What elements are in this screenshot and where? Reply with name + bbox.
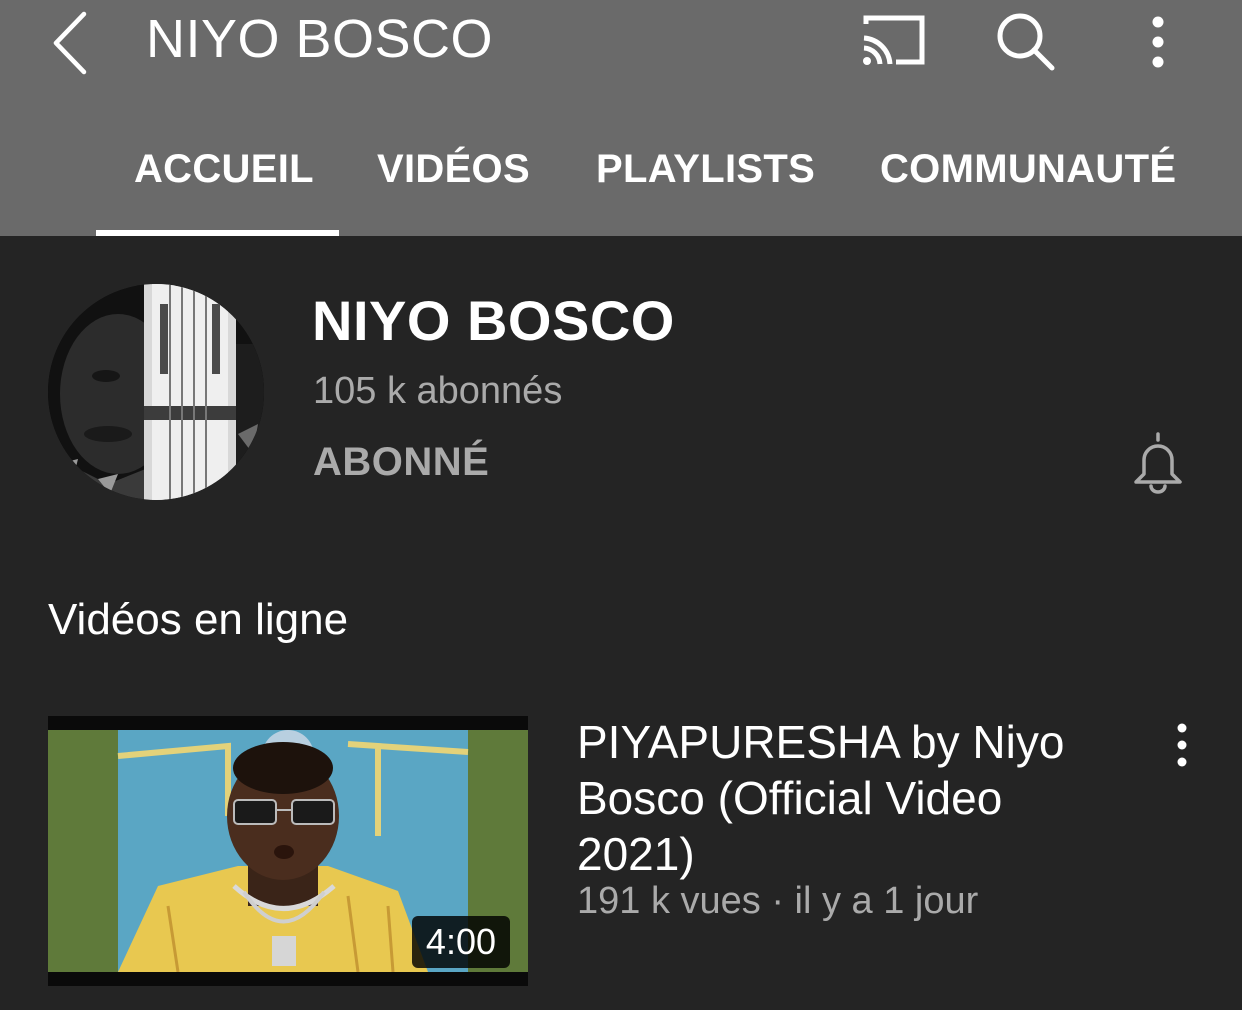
selected-tab-indicator <box>96 230 339 236</box>
more-options-button[interactable] <box>1128 6 1188 76</box>
cast-icon <box>863 15 925 65</box>
video-duration: 4:00 <box>411 916 510 968</box>
channel-name: NIYO BOSCO <box>312 289 675 352</box>
app-bar: NIYO BOSCO ACCUEIL VIDÉOS PLAYLISTS COMM… <box>0 0 1242 236</box>
tab-accueil[interactable]: ACCUEIL <box>134 118 314 236</box>
notification-bell-button[interactable] <box>1124 428 1192 498</box>
chevron-left-icon <box>53 11 87 75</box>
video-title[interactable]: PIYAPURESHA by Niyo Bosco (Official Vide… <box>577 714 1097 882</box>
tab-communaute[interactable]: COMMUNAUTÉ <box>880 118 1176 236</box>
more-vertical-icon <box>1177 723 1187 767</box>
subscribed-button[interactable]: ABONNÉ <box>313 436 489 488</box>
tab-playlists[interactable]: PLAYLISTS <box>596 118 815 236</box>
channel-tabs: ACCUEIL VIDÉOS PLAYLISTS COMMUNAUTÉ <box>0 118 1242 236</box>
search-icon <box>997 13 1055 71</box>
subscriber-count: 105 k abonnés <box>313 370 563 412</box>
cast-button[interactable] <box>856 8 932 74</box>
video-more-options-button[interactable] <box>1158 718 1206 774</box>
video-thumbnail[interactable]: 4:00 <box>48 716 528 986</box>
section-title[interactable]: Vidéos en ligne <box>48 592 348 648</box>
tab-videos[interactable]: VIDÉOS <box>377 118 530 236</box>
back-button[interactable] <box>40 6 110 76</box>
app-bar-title: NIYO BOSCO <box>146 9 494 69</box>
video-metadata: 191 k vues · il y a 1 jour <box>577 880 979 922</box>
search-button[interactable] <box>988 6 1064 76</box>
bell-icon <box>1134 432 1182 494</box>
more-vertical-icon <box>1152 16 1164 68</box>
video-list-item[interactable]: 4:00 PIYAPURESHA by Niyo Bosco (Official… <box>0 716 1242 988</box>
channel-avatar[interactable] <box>48 284 264 500</box>
avatar-image <box>48 284 264 500</box>
